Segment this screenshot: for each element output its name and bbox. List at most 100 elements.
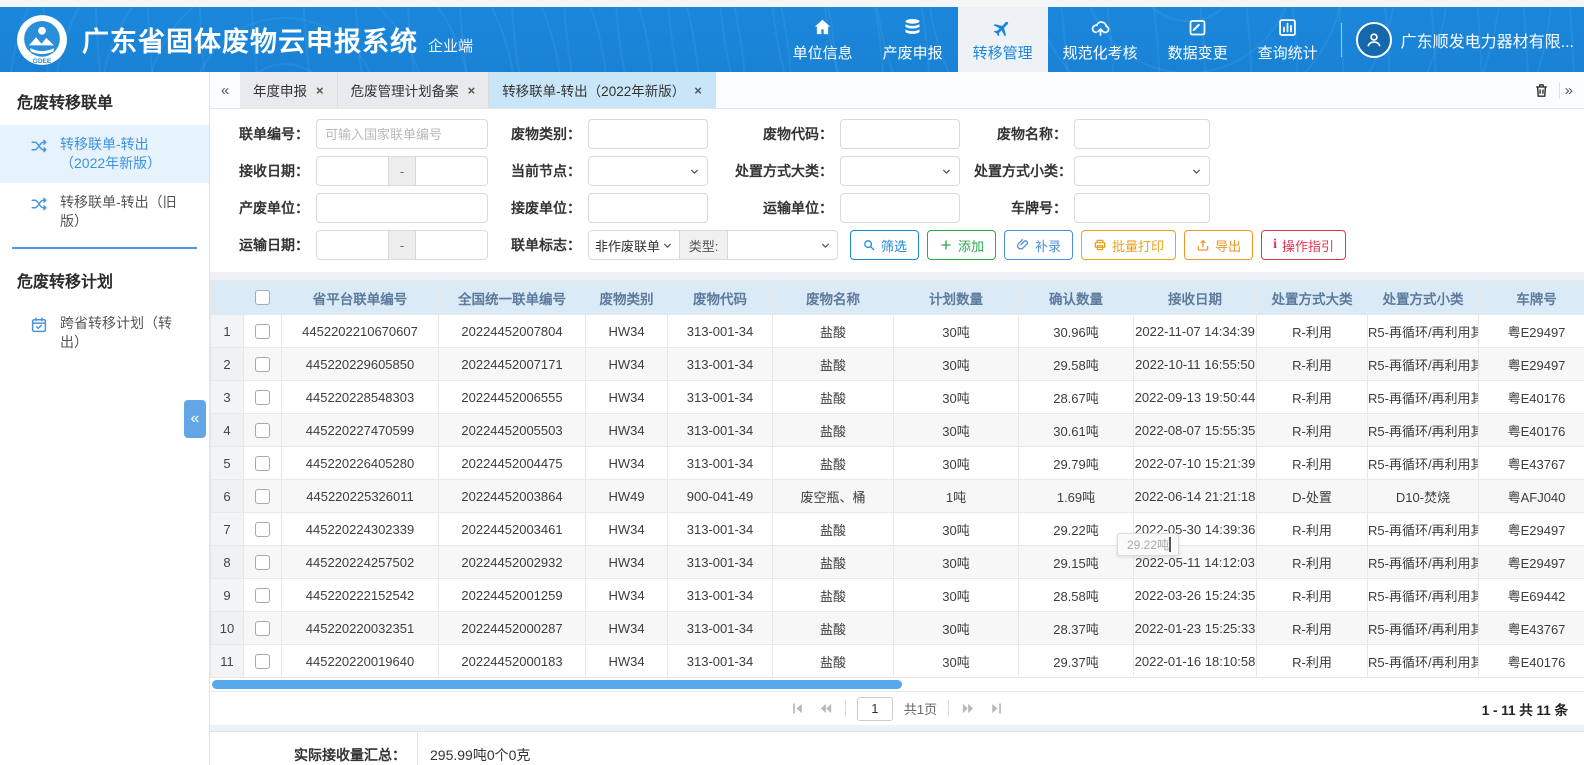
manifest-table-panel: 省平台联单编号全国统一联单编号废物类别废物代码废物名称计划数量确认数量接收日期处…	[210, 280, 1584, 691]
transport-date-end-input[interactable]	[416, 230, 488, 260]
transport-unit-input[interactable]	[840, 193, 960, 223]
row-checkbox[interactable]	[255, 324, 270, 339]
tab-annual-report[interactable]: 年度申报 ×	[240, 72, 338, 108]
last-page-icon[interactable]	[988, 700, 1005, 717]
table-row[interactable]: 11 445220220019640 20224452000183 HW34 3…	[211, 645, 1584, 678]
row-index: 6	[211, 480, 244, 513]
table-row[interactable]: 2 445220229605850 20224452007171 HW34 31…	[211, 348, 1584, 381]
search-icon	[862, 238, 876, 252]
cell-planned-quantity: 30吨	[894, 381, 1019, 414]
waste-code-input[interactable]	[840, 119, 960, 149]
nav-item-standard-assess[interactable]: 规范化考核	[1048, 7, 1153, 72]
column-header: 处置方式小类	[1368, 281, 1479, 315]
batch-print-button[interactable]: 批量打印	[1081, 230, 1176, 260]
tab-transfer-out-2022[interactable]: 转移联单-转出（2022年新版） ×	[489, 72, 716, 108]
cell-disposal-major: R-利用	[1257, 612, 1368, 645]
table-row[interactable]: 3 445220228548303 20224452006555 HW34 31…	[211, 381, 1584, 414]
manifest-no-input[interactable]	[316, 119, 488, 149]
transport-date-start-input[interactable]	[316, 230, 388, 260]
text-cursor	[1169, 537, 1171, 552]
close-icon[interactable]: ×	[694, 84, 702, 97]
row-checkbox[interactable]	[255, 357, 270, 372]
disposal-major-select[interactable]	[840, 156, 960, 186]
horizontal-scrollbar-thumb[interactable]	[212, 680, 902, 689]
cell-plate-no: 粤E29497	[1479, 513, 1584, 546]
supplement-button[interactable]: 补录	[1004, 230, 1073, 260]
cell-planned-quantity: 30吨	[894, 348, 1019, 381]
table-row[interactable]: 5 445220226405280 20224452004475 HW34 31…	[211, 447, 1584, 480]
cell-disposal-major: R-利用	[1257, 315, 1368, 348]
page-number-input[interactable]	[857, 697, 893, 721]
waste-category-input[interactable]	[588, 119, 708, 149]
nav-item-query-stats[interactable]: 查询统计	[1243, 7, 1333, 72]
producer-unit-input[interactable]	[316, 193, 488, 223]
row-checkbox[interactable]	[255, 456, 270, 471]
row-checkbox[interactable]	[255, 555, 270, 570]
cell-confirmed-quantity: 30.96吨	[1019, 315, 1134, 348]
row-checkbox[interactable]	[255, 588, 270, 603]
type-select[interactable]	[728, 230, 838, 260]
first-page-icon[interactable]	[789, 700, 806, 717]
next-page-icon[interactable]	[960, 700, 977, 717]
nav-item-waste-declare[interactable]: 产废申报	[868, 7, 958, 72]
row-checkbox-cell	[244, 414, 282, 447]
svg-text:GDEE: GDEE	[33, 57, 52, 64]
row-checkbox[interactable]	[255, 522, 270, 537]
close-icon[interactable]: ×	[316, 84, 324, 97]
nav-item-transfer-manage[interactable]: 转移管理	[958, 7, 1048, 72]
cell-national-manifest-no: 20224452007804	[439, 315, 586, 348]
table-row[interactable]: 7 445220224302339 20224452003461 HW34 31…	[211, 513, 1584, 546]
row-checkbox[interactable]	[255, 489, 270, 504]
sidebar-collapse-button[interactable]: «	[184, 400, 206, 438]
table-row[interactable]: 10 445220220032351 20224452000287 HW34 3…	[211, 612, 1584, 645]
table-row[interactable]: 1 4452202210670607 20224452007804 HW34 3…	[211, 315, 1584, 348]
action-buttons: 筛选 添加 补录 批量打印 导出	[850, 230, 1346, 260]
waste-name-label: 废物名称：	[974, 124, 1074, 144]
close-icon[interactable]: ×	[468, 84, 476, 97]
cell-receive-date: 2022-11-07 14:34:39	[1134, 315, 1257, 348]
table-row[interactable]: 6 445220225326011 20224452003864 HW49 90…	[211, 480, 1584, 513]
cell-plate-no: 粤E43767	[1479, 612, 1584, 645]
horizontal-scrollbar	[210, 678, 1584, 691]
cell-plate-no: 粤E29497	[1479, 546, 1584, 579]
select-all-checkbox[interactable]	[255, 290, 270, 305]
table-row[interactable]: 4 445220227470599 20224452005503 HW34 31…	[211, 414, 1584, 447]
prev-page-icon[interactable]	[817, 700, 834, 717]
cell-province-manifest-no: 445220228548303	[282, 381, 439, 414]
cell-receive-date: 2022-01-16 18:10:58	[1134, 645, 1257, 678]
sidebar-item-transfer-out-old[interactable]: 转移联单-转出（旧版）	[0, 183, 209, 241]
export-button[interactable]: 导出	[1184, 230, 1253, 260]
filter-button[interactable]: 筛选	[850, 230, 919, 260]
operation-guide-button[interactable]: i 操作指引	[1261, 230, 1346, 260]
tab-plan-filing[interactable]: 危废管理计划备案 ×	[338, 72, 490, 108]
receive-date-end-input[interactable]	[416, 156, 488, 186]
sidebar-item-transfer-out-2022[interactable]: 转移联单-转出（2022年新版）	[0, 125, 209, 183]
cell-province-manifest-no: 445220224302339	[282, 513, 439, 546]
row-checkbox[interactable]	[255, 423, 270, 438]
table-row[interactable]: 8 445220224257502 20224452002932 HW34 31…	[211, 546, 1584, 579]
cell-waste-code: 313-001-34	[668, 447, 773, 480]
manifest-flag-select[interactable]: 非作废联单	[588, 230, 680, 260]
row-checkbox[interactable]	[255, 621, 270, 636]
user-menu[interactable]: 广东顺发电力器材有限...	[1356, 22, 1584, 58]
row-checkbox[interactable]	[255, 654, 270, 669]
trash-icon[interactable]	[1529, 77, 1555, 103]
app-subtitle: 企业端	[428, 35, 473, 56]
waste-name-input[interactable]	[1074, 119, 1210, 149]
nav-item-data-change[interactable]: 数据变更	[1153, 7, 1243, 72]
cloud-upload-icon	[1090, 17, 1111, 38]
sidebar-item-cross-province-plan[interactable]: 跨省转移计划（转出）	[0, 304, 209, 362]
summary-value: 295.99吨0个0克	[418, 745, 530, 765]
tabs-scroll-right-icon[interactable]: »	[1559, 82, 1578, 99]
nav-item-unit-info[interactable]: 单位信息	[778, 7, 868, 72]
receive-date-start-input[interactable]	[316, 156, 388, 186]
tabs-scroll-left-icon[interactable]: «	[210, 72, 240, 108]
row-checkbox[interactable]	[255, 390, 270, 405]
receiver-unit-input[interactable]	[588, 193, 708, 223]
add-button[interactable]: 添加	[927, 230, 996, 260]
plate-no-input[interactable]	[1074, 193, 1210, 223]
disposal-minor-select[interactable]	[1074, 156, 1210, 186]
current-node-select[interactable]	[588, 156, 708, 186]
cell-disposal-minor: D10-焚烧	[1368, 480, 1479, 513]
table-row[interactable]: 9 445220222152542 20224452001259 HW34 31…	[211, 579, 1584, 612]
